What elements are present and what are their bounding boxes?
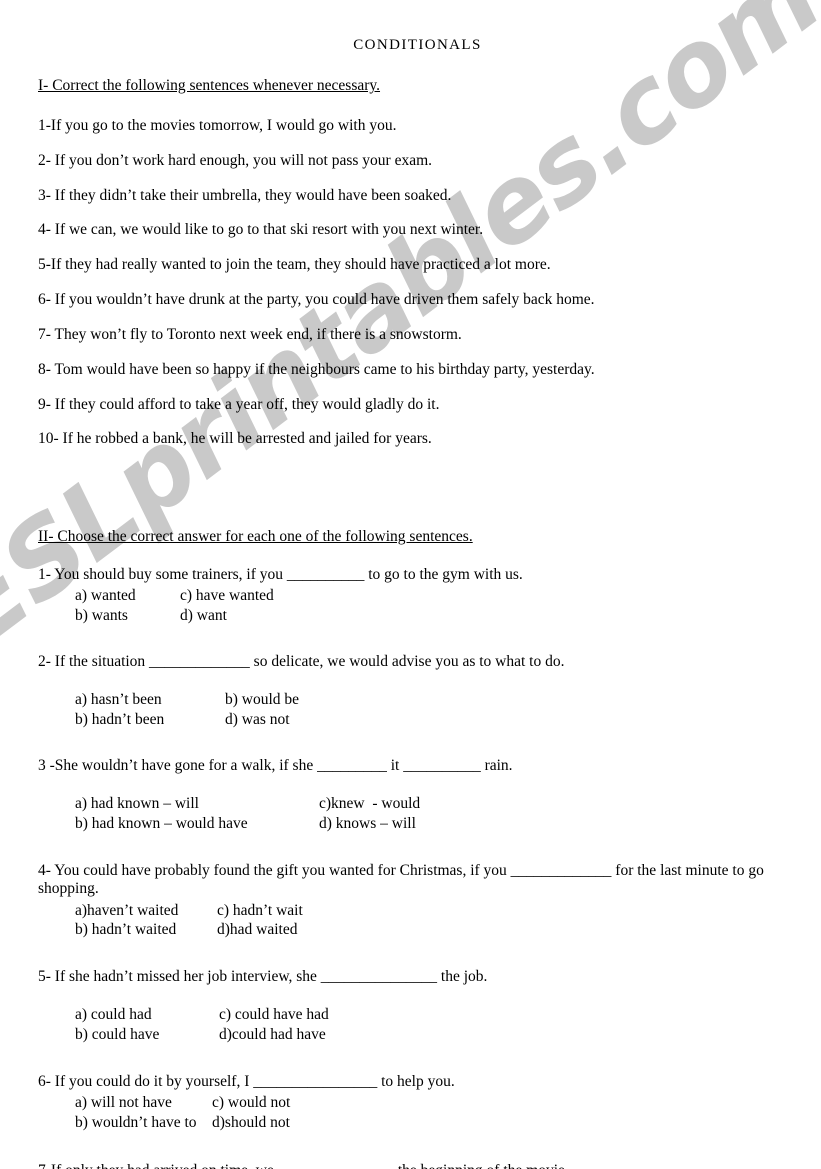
question-stem: 6- If you could do it by yourself, I ___… [38, 1073, 455, 1091]
option-b[interactable]: b) hadn’t been [75, 710, 225, 730]
section-2-heading: II- Choose the correct answer for each o… [38, 528, 473, 546]
mcq-question-5: 5- If she hadn’t missed her job intervie… [38, 968, 821, 1045]
question-stem: 2- If the situation _____________ so del… [38, 653, 565, 671]
list-item: 4- If we can, we would like to go to tha… [38, 221, 484, 239]
list-item: 2- If you don’t work hard enough, you wi… [38, 151, 433, 169]
option-row: a) wanted c) have wanted [75, 586, 821, 606]
option-b[interactable]: b) could have [75, 1025, 219, 1045]
option-a[interactable]: a) had known – will [75, 794, 319, 814]
option-row: a) will not have c) would not [75, 1093, 821, 1113]
option-b[interactable]: b) hadn’t waited [75, 920, 217, 940]
option-row: a) could had c) could have had [75, 1005, 821, 1025]
option-b[interactable]: b) wants [75, 606, 180, 626]
option-a[interactable]: a) could had [75, 1005, 219, 1025]
page-title: CONDITIONALS [353, 37, 482, 53]
option-b[interactable]: b) wouldn’t have to [75, 1113, 212, 1133]
option-d[interactable]: d)should not [212, 1114, 290, 1131]
worksheet-page: ESLprintables.com CONDITIONALS I- Correc… [0, 0, 821, 1169]
option-c[interactable]: c) would not [212, 1094, 290, 1111]
option-c[interactable]: b) would be [225, 691, 299, 708]
section-1-heading: I- Correct the following sentences whene… [38, 77, 381, 94]
option-b[interactable]: b) had known – would have [75, 814, 319, 834]
option-d[interactable]: d) was not [225, 711, 290, 728]
mcq-question-6: 6- If you could do it by yourself, I ___… [38, 1073, 821, 1133]
option-group: a) had known – will c)knew - would b) had… [38, 794, 821, 834]
mcq-question-7: 7-If only they had arrived on time, we _… [38, 1162, 821, 1169]
option-a[interactable]: a) hasn’t been [75, 690, 225, 710]
question-stem: 5- If she hadn’t missed her job intervie… [38, 968, 488, 986]
section-1-question-list: 1-If you go to the movies tomorrow, I wo… [0, 117, 821, 448]
option-group: a) could had c) could have had b) could h… [38, 1005, 821, 1045]
option-row: a) had known – will c)knew - would [75, 794, 821, 814]
option-c[interactable]: c) have wanted [180, 587, 274, 604]
option-group: a)haven’t waited c) hadn’t wait b) hadn’t… [38, 901, 821, 941]
option-row: a)haven’t waited c) hadn’t wait [75, 901, 821, 921]
list-item: 1-If you go to the movies tomorrow, I wo… [38, 117, 397, 134]
option-a[interactable]: a) wanted [75, 586, 180, 606]
option-d[interactable]: d) want [180, 607, 227, 624]
option-row: b) could have d)could had have [75, 1025, 821, 1045]
list-item: 6- If you wouldn’t have drunk at the par… [38, 291, 595, 309]
list-item: 10- If he robbed a bank, he will be arre… [38, 430, 432, 448]
section-1: I- Correct the following sentences whene… [0, 53, 821, 448]
option-c[interactable]: c) hadn’t wait [217, 902, 303, 919]
option-group: a) will not have c) would not b) wouldn’t… [38, 1093, 821, 1133]
option-row: b) had known – would have d) knows – will [75, 814, 821, 834]
list-item: 3- If they didn’t take their umbrella, t… [38, 186, 452, 204]
question-stem: 1- You should buy some trainers, if you … [38, 566, 523, 584]
list-item: 9- If they could afford to take a year o… [38, 395, 440, 413]
list-item: 7- They won’t fly to Toronto next week e… [38, 325, 462, 343]
option-row: b) hadn’t waited d)had waited [75, 920, 821, 940]
question-stem: 7-If only they had arrived on time, we _… [38, 1162, 783, 1169]
option-d[interactable]: d) knows – will [319, 815, 416, 832]
mcq-question-1: 1- You should buy some trainers, if you … [38, 566, 821, 626]
option-group: a) hasn’t been b) would be b) hadn’t been… [38, 690, 821, 730]
option-row: b) wants d) want [75, 606, 821, 626]
option-row: b) wouldn’t have to d)should not [75, 1113, 821, 1133]
option-a[interactable]: a)haven’t waited [75, 901, 217, 921]
mcq-question-4: 4- You could have probably found the gif… [38, 862, 821, 940]
question-stem: 4- You could have probably found the gif… [38, 861, 764, 898]
option-group: a) wanted c) have wanted b) wants d) want [38, 586, 821, 626]
list-item: 5-If they had really wanted to join the … [38, 256, 551, 274]
list-item: 8- Tom would have been so happy if the n… [38, 360, 595, 378]
mcq-question-2: 2- If the situation _____________ so del… [38, 653, 821, 730]
section-2: II- Choose the correct answer for each o… [0, 504, 821, 1169]
option-a[interactable]: a) will not have [75, 1093, 212, 1113]
option-d[interactable]: d)could had have [219, 1026, 326, 1043]
question-stem: 3 -She wouldn’t have gone for a walk, if… [38, 757, 513, 774]
option-d[interactable]: d)had waited [217, 921, 297, 938]
worksheet-content: CONDITIONALS I- Correct the following se… [0, 0, 821, 1169]
option-row: b) hadn’t been d) was not [75, 710, 821, 730]
option-c[interactable]: c)knew - would [319, 795, 420, 812]
option-row: a) hasn’t been b) would be [75, 690, 821, 710]
mcq-question-3: 3 -She wouldn’t have gone for a walk, if… [38, 757, 821, 834]
option-c[interactable]: c) could have had [219, 1006, 329, 1023]
section-2-heading-wrap: II- Choose the correct answer for each o… [0, 504, 821, 546]
